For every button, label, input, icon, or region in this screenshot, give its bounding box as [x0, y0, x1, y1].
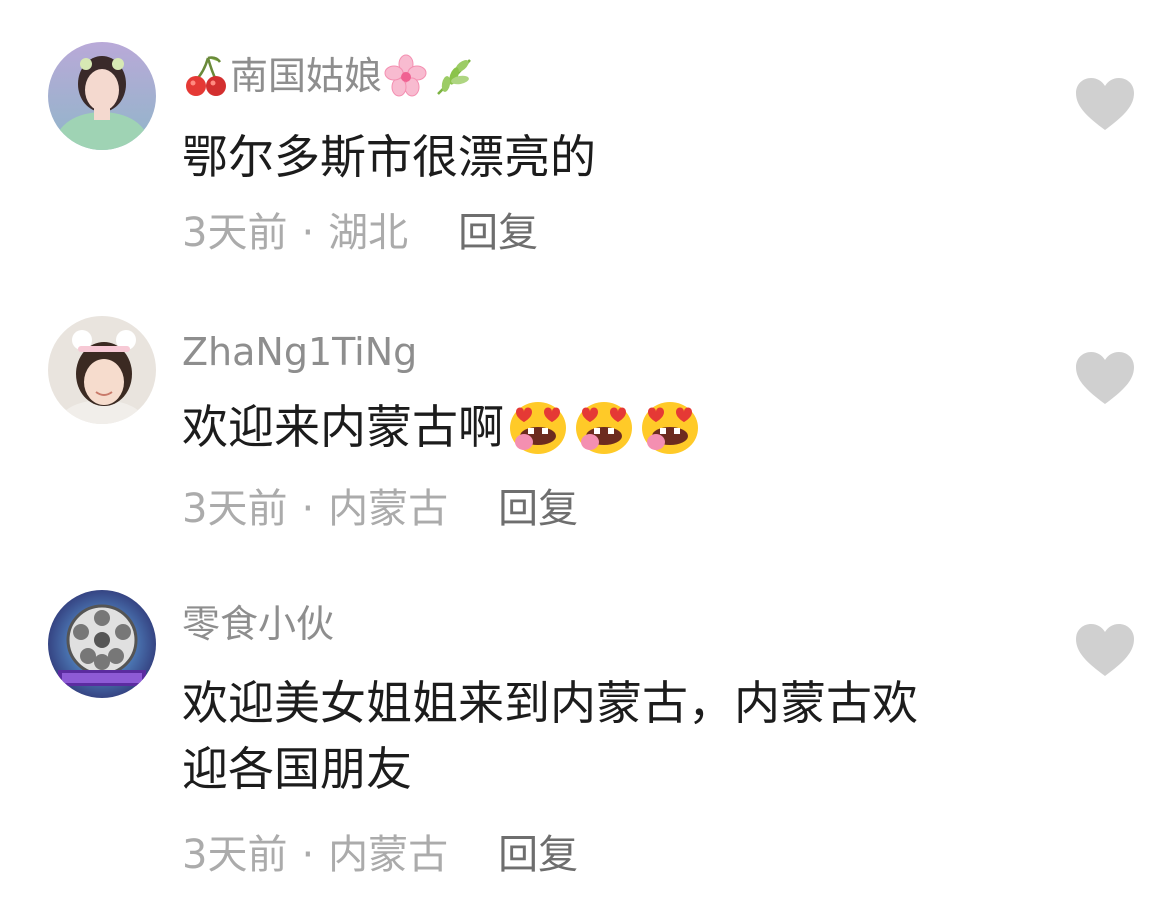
comment-text: 鄂尔多斯市很漂亮的 — [182, 124, 1022, 190]
like-heart-icon[interactable] — [1074, 350, 1136, 406]
cherry-blossom-icon — [384, 54, 428, 98]
separator: · — [301, 486, 315, 532]
username[interactable]: 零食小伙 — [182, 602, 334, 646]
username-text: 南国姑娘 — [230, 54, 383, 98]
timestamp: 3天前 — [182, 210, 288, 256]
username[interactable]: ZhaNg1TiNg — [182, 330, 417, 374]
comment-text-line: 迎各国朋友 — [182, 742, 412, 796]
timestamp: 3天前 — [182, 486, 288, 532]
separator: · — [301, 210, 315, 256]
location: 内蒙古 — [328, 832, 449, 878]
heart-eyes-tongue-face-icon — [506, 398, 570, 456]
reply-button[interactable]: 回复 — [498, 486, 578, 532]
timestamp: 3天前 — [182, 832, 288, 878]
comment-text: 欢迎美女姐姐来到内蒙古，内蒙古欢 迎各国朋友 — [182, 670, 1022, 802]
comment-text-content: 欢迎来内蒙古啊 — [182, 400, 504, 454]
comment-text-line: 欢迎美女姐姐来到内蒙古，内蒙古欢 — [182, 676, 918, 730]
comment-text-content: 鄂尔多斯市很漂亮的 — [182, 130, 596, 184]
username[interactable]: 南国姑娘 — [182, 54, 478, 98]
avatar[interactable] — [48, 42, 156, 150]
heart-eyes-tongue-face-icon — [572, 398, 636, 456]
reply-button[interactable]: 回复 — [498, 832, 578, 878]
username-text: 零食小伙 — [182, 602, 335, 646]
separator: · — [301, 832, 315, 878]
location: 内蒙古 — [328, 486, 449, 532]
heart-eyes-tongue-face-icon — [638, 398, 702, 456]
like-heart-icon[interactable] — [1074, 622, 1136, 678]
comment-meta: 3天前 · 内蒙古 回复 — [182, 830, 578, 880]
reply-button[interactable]: 回复 — [458, 210, 538, 256]
avatar[interactable] — [48, 316, 156, 424]
comment-meta: 3天前 · 内蒙古 回复 — [182, 484, 578, 534]
comment-meta: 3天前 · 湖北 回复 — [182, 208, 538, 258]
herb-icon — [432, 54, 476, 98]
avatar[interactable] — [48, 590, 156, 698]
comment-text: 欢迎来内蒙古啊 — [182, 394, 1022, 460]
location: 湖北 — [328, 210, 409, 256]
cherries-icon — [184, 54, 228, 98]
username-text: ZhaNg1TiNg — [182, 330, 418, 374]
like-heart-icon[interactable] — [1074, 76, 1136, 132]
